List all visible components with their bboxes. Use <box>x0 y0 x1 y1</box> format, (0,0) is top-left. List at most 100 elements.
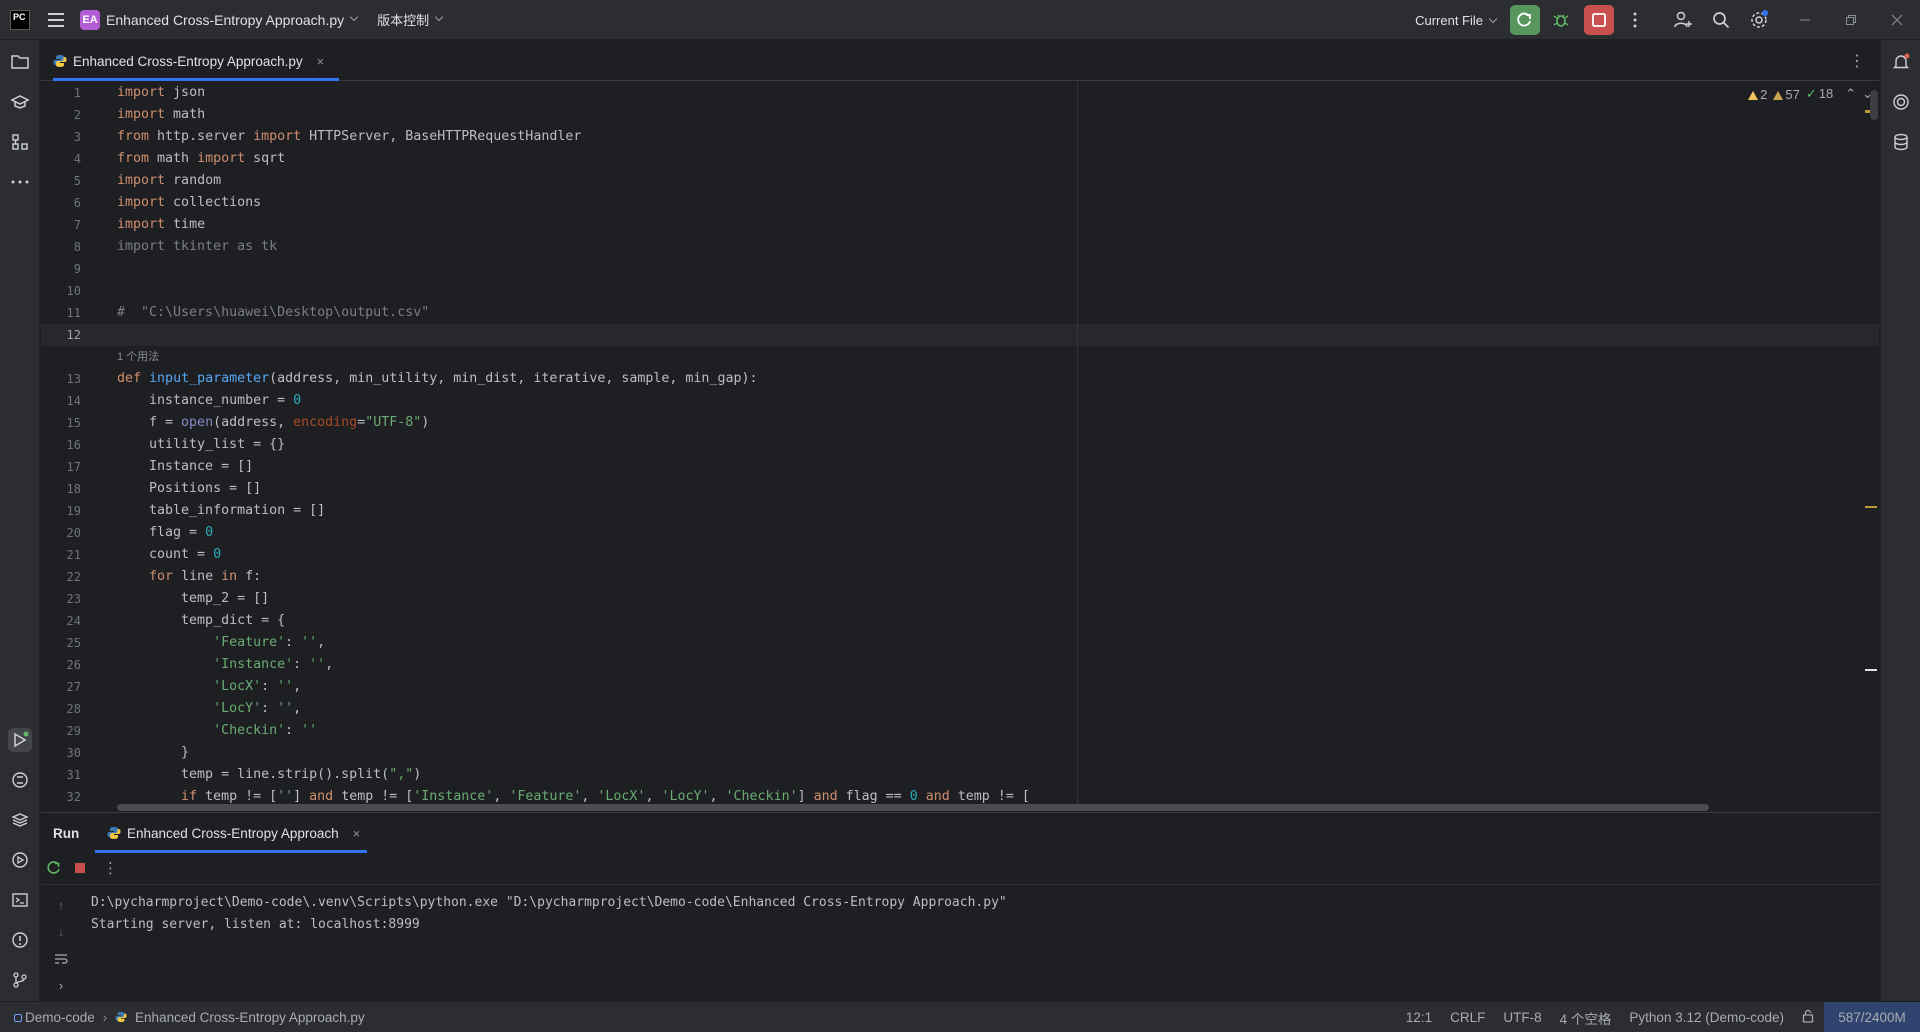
editor-tab-active[interactable]: Enhanced Cross-Entropy Approach.py × <box>41 41 339 81</box>
rerun-run-button[interactable] <box>46 860 62 879</box>
inspection-widget[interactable]: 2 57 ✓ 18 ⌃ ⌄ <box>1748 86 1873 102</box>
scroll-marker[interactable] <box>1865 669 1877 671</box>
project-name[interactable]: Enhanced Cross-Entropy Approach.py <box>106 12 344 28</box>
line-number[interactable]: 20 <box>41 522 81 544</box>
line-number[interactable]: 8 <box>41 236 81 258</box>
vcs-menu[interactable]: 版本控制 <box>377 10 429 29</box>
scroll-marker[interactable] <box>1865 506 1877 508</box>
line-number[interactable]: 5 <box>41 170 81 192</box>
prev-highlight-icon[interactable]: ⌃ <box>1845 86 1856 102</box>
python-interpreter[interactable]: Python 3.12 (Demo-code) <box>1629 1010 1784 1025</box>
line-number[interactable]: 12 <box>41 324 81 346</box>
line-number[interactable]: 31 <box>41 764 81 786</box>
line-number[interactable]: 32 <box>41 786 81 808</box>
line-number[interactable]: 13 <box>41 368 81 390</box>
line-number[interactable]: 6 <box>41 192 81 214</box>
code-line: 'Checkin': '' <box>213 723 318 738</box>
git-tool-button[interactable] <box>8 968 32 992</box>
line-number[interactable]: 21 <box>41 544 81 566</box>
line-number[interactable]: 1 <box>41 82 81 104</box>
code-editor[interactable]: 1 2 3 4 5 6 7 8 9 10 11 12 13 14 15 16 17 18 19 20 21 22 23 24 2… <box>41 82 1879 811</box>
restore-button[interactable] <box>1828 0 1874 40</box>
python-console-tool-button[interactable] <box>8 768 32 792</box>
run-more-icon[interactable]: ⋮ <box>103 859 118 877</box>
search-button[interactable] <box>1706 5 1736 35</box>
soft-wrap-icon[interactable] <box>51 949 71 969</box>
stop-button[interactable] <box>1584 5 1614 35</box>
line-number[interactable]: 11 <box>41 302 81 324</box>
chevron-right-icon[interactable]: › <box>51 975 71 995</box>
line-number[interactable]: 19 <box>41 500 81 522</box>
line-number[interactable]: 18 <box>41 478 81 500</box>
hamburger-menu-icon[interactable] <box>48 0 68 40</box>
line-number[interactable]: 17 <box>41 456 81 478</box>
code-with-me-button[interactable] <box>1668 5 1698 35</box>
line-number[interactable]: 23 <box>41 588 81 610</box>
run-config-selector[interactable]: Current File <box>1415 13 1498 28</box>
line-separator[interactable]: CRLF <box>1450 1010 1485 1025</box>
scroll-up-icon[interactable]: ↑ <box>51 895 71 915</box>
code-line: import collections <box>117 195 262 210</box>
chevron-down-icon[interactable] <box>434 12 444 21</box>
chevron-down-icon[interactable] <box>349 12 359 21</box>
line-number[interactable]: 7 <box>41 214 81 236</box>
database-button[interactable] <box>1889 130 1913 154</box>
line-number[interactable]: 4 <box>41 148 81 170</box>
memory-indicator[interactable]: 587/2400M <box>1824 1002 1920 1032</box>
settings-button[interactable] <box>1744 5 1774 35</box>
line-number[interactable]: 26 <box>41 654 81 676</box>
notifications-button[interactable] <box>1889 50 1913 74</box>
tab-actions-more-icon[interactable]: ⋮ <box>1849 51 1865 71</box>
line-number[interactable]: 9 <box>41 258 81 280</box>
rerun-button[interactable] <box>1510 5 1540 35</box>
line-number[interactable]: 29 <box>41 720 81 742</box>
run-tab-active[interactable]: Enhanced Cross-Entropy Approach × <box>95 813 367 853</box>
warning-count[interactable]: 2 <box>1748 87 1767 102</box>
more-actions-button[interactable] <box>1620 5 1650 35</box>
learn-tool-button[interactable] <box>8 90 32 114</box>
vertical-scrollbar-thumb[interactable] <box>1870 90 1878 120</box>
line-number[interactable]: 27 <box>41 676 81 698</box>
line-number[interactable]: 15 <box>41 412 81 434</box>
caret-position[interactable]: 12:1 <box>1406 1010 1432 1025</box>
services-tool-button[interactable] <box>8 848 32 872</box>
ok-count[interactable]: ✓ 18 <box>1806 86 1833 102</box>
line-number[interactable]: 10 <box>41 280 81 302</box>
weak-warning-count[interactable]: 57 <box>1773 87 1800 102</box>
structure-tool-button[interactable] <box>8 130 32 154</box>
python-packages-tool-button[interactable] <box>8 808 32 832</box>
project-tool-button[interactable] <box>8 50 32 74</box>
close-run-tab-icon[interactable]: × <box>353 826 361 841</box>
line-number[interactable]: 28 <box>41 698 81 720</box>
more-tools-button[interactable] <box>8 170 32 194</box>
run-tool-button[interactable] <box>8 728 32 752</box>
line-number[interactable]: 2 <box>41 104 81 126</box>
file-encoding[interactable]: UTF-8 <box>1503 1010 1541 1025</box>
line-number[interactable]: 22 <box>41 566 81 588</box>
minimize-button[interactable] <box>1782 0 1828 40</box>
usage-hint[interactable]: 1 个用法 <box>117 348 159 364</box>
project-badge[interactable]: EA <box>80 9 100 30</box>
close-window-button[interactable] <box>1874 0 1920 40</box>
line-number[interactable]: 30 <box>41 742 81 764</box>
line-number[interactable]: 24 <box>41 610 81 632</box>
line-number[interactable]: 25 <box>41 632 81 654</box>
indent-setting[interactable]: 4 个空格 <box>1560 1008 1612 1028</box>
scroll-down-icon[interactable]: ↓ <box>51 921 71 941</box>
debug-button[interactable] <box>1546 5 1576 35</box>
file-breadcrumb[interactable]: Enhanced Cross-Entropy Approach.py <box>115 1010 365 1025</box>
line-number[interactable]: 14 <box>41 390 81 412</box>
lock-icon[interactable] <box>1802 1009 1814 1026</box>
line-number[interactable]: 16 <box>41 434 81 456</box>
problems-tool-button[interactable] <box>8 928 32 952</box>
terminal-tool-button[interactable] <box>8 888 32 912</box>
horizontal-scrollbar[interactable] <box>117 804 1709 811</box>
current-line-highlight <box>41 324 1879 346</box>
code-line: for line in f: <box>149 569 262 584</box>
line-number[interactable]: 3 <box>41 126 81 148</box>
ai-assistant-button[interactable] <box>1889 90 1913 114</box>
layers-icon <box>11 813 29 827</box>
close-tab-icon[interactable]: × <box>317 54 325 69</box>
stop-run-button[interactable] <box>72 860 88 879</box>
project-breadcrumb[interactable]: Demo-code <box>14 1010 95 1025</box>
